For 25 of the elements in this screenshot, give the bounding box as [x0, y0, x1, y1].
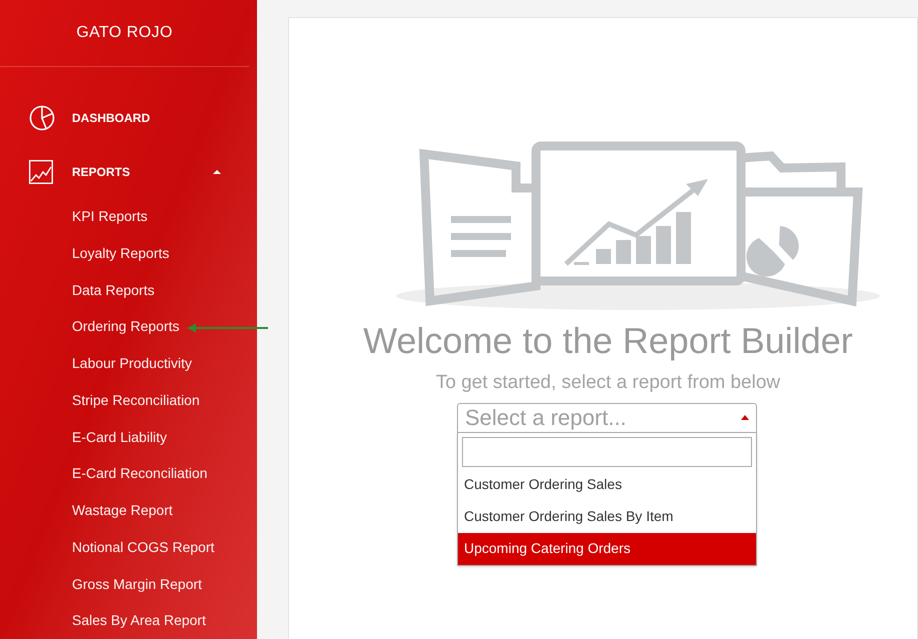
submenu-link[interactable]: KPI Reports — [72, 206, 148, 228]
search-field[interactable] — [462, 436, 752, 466]
dropdown-option[interactable]: Customer Ordering Sales By Item — [458, 500, 756, 532]
submenu-link[interactable]: E-Card Reconciliation — [72, 463, 208, 484]
submenu-link[interactable]: Labour Productivity — [72, 353, 192, 374]
brand-name: GATO ROJO — [76, 23, 173, 44]
pie-chart-icon — [29, 105, 55, 132]
nav-item[interactable]: DASHBOARD — [0, 91, 257, 145]
line-chart-icon — [29, 160, 53, 184]
welcome-subtitle: To get started, select a report from below — [436, 371, 780, 395]
submenu-link[interactable]: Data Reports — [72, 280, 154, 301]
submenu-link[interactable]: E-Card Liability — [72, 426, 167, 448]
dropdown-option[interactable]: Customer Ordering Sales — [458, 468, 756, 500]
caret-up-icon — [213, 170, 221, 174]
welcome-heading: Welcome to the Report Builder — [363, 319, 853, 363]
submenu-link[interactable]: Gross Margin Report — [72, 574, 202, 594]
submenu-link[interactable]: Ordering Reports — [72, 316, 180, 338]
dropdown-option[interactable]: Upcoming Catering Orders — [458, 532, 756, 564]
submenu-link[interactable]: Stripe Reconciliation — [72, 390, 200, 411]
nav-item[interactable]: REPORTS — [0, 144, 257, 198]
submenu-link[interactable]: Loyalty Reports — [72, 243, 170, 264]
submenu-link[interactable]: Sales By Area Report — [72, 610, 206, 632]
submenu-link[interactable]: Notional COGS Report — [72, 536, 214, 558]
caret-up-icon — [741, 415, 749, 420]
submenu-link[interactable]: Wastage Report — [72, 500, 173, 522]
